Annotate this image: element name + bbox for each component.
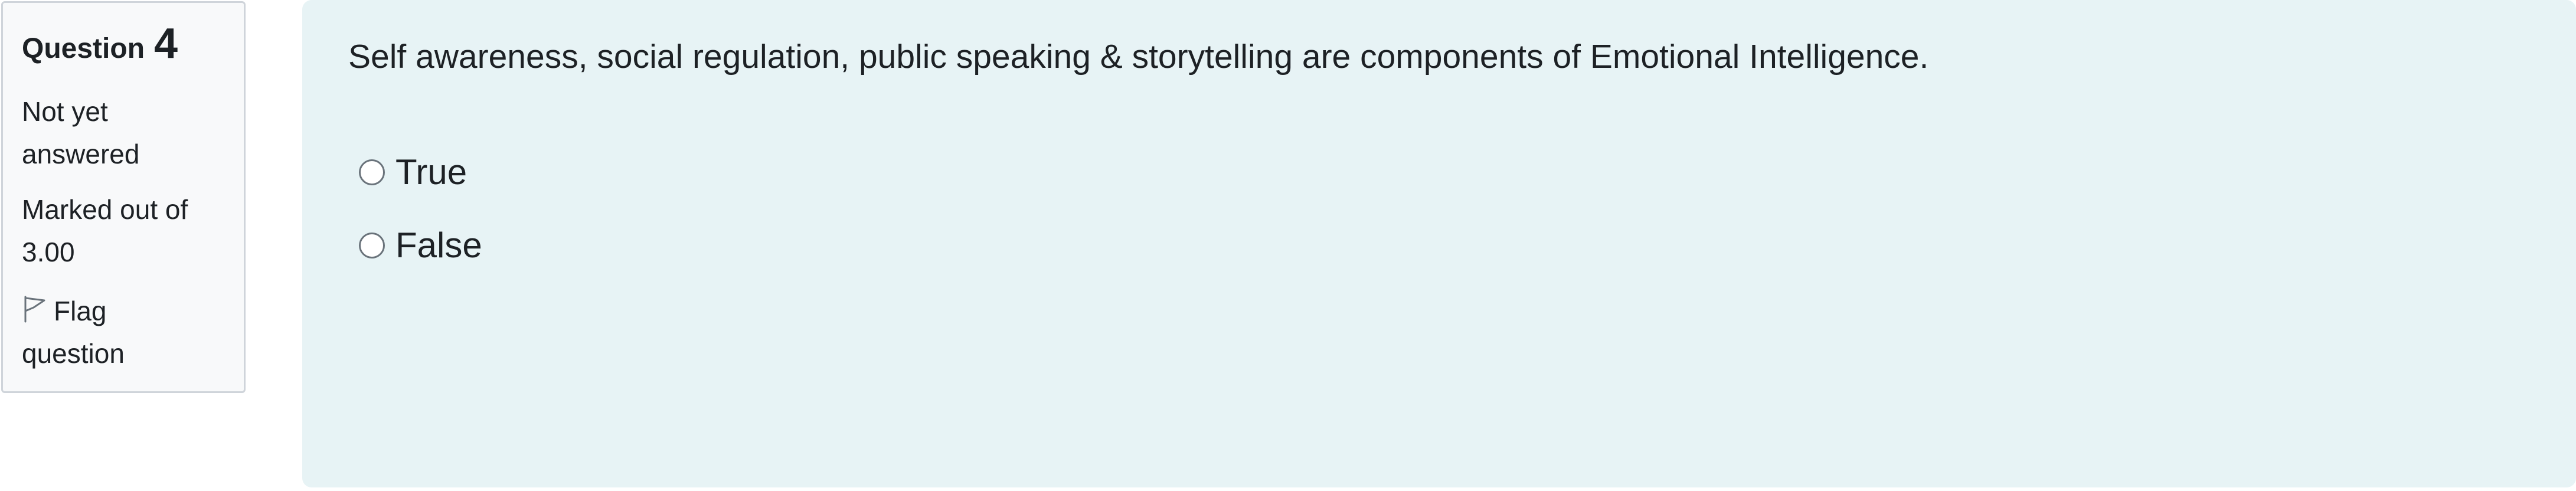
- question-heading: Question 4: [22, 21, 244, 77]
- answer-options: True False: [348, 145, 2576, 273]
- flag-question-label: Flag: [54, 296, 107, 326]
- radio-button-true[interactable]: [359, 159, 385, 185]
- question-state-line: answered: [22, 139, 140, 169]
- answer-label-false[interactable]: False: [395, 223, 482, 268]
- question-label: Question: [22, 33, 145, 64]
- question-grade-line: Marked out of: [22, 194, 188, 225]
- question-state: Not yet answered: [22, 90, 244, 175]
- flag-question-button[interactable]: Flag question: [22, 290, 244, 375]
- flag-icon: [22, 292, 48, 323]
- question-info-panel: Question 4 Not yet answered Marked out of…: [1, 1, 246, 393]
- answer-option-true[interactable]: True: [359, 145, 2576, 199]
- question-text: Self awareness, social regulation, publi…: [348, 38, 1929, 76]
- radio-button-false[interactable]: [359, 233, 385, 258]
- question-grade: Marked out of 3.00: [22, 188, 244, 273]
- answer-label-true[interactable]: True: [395, 150, 467, 195]
- question-number: 4: [154, 20, 178, 67]
- answer-option-false[interactable]: False: [359, 218, 2576, 273]
- flag-question-label: question: [22, 338, 125, 369]
- question-grade-line: 3.00: [22, 237, 75, 267]
- question-content: Self awareness, social regulation, publi…: [302, 0, 2576, 487]
- question-state-line: Not yet: [22, 96, 108, 127]
